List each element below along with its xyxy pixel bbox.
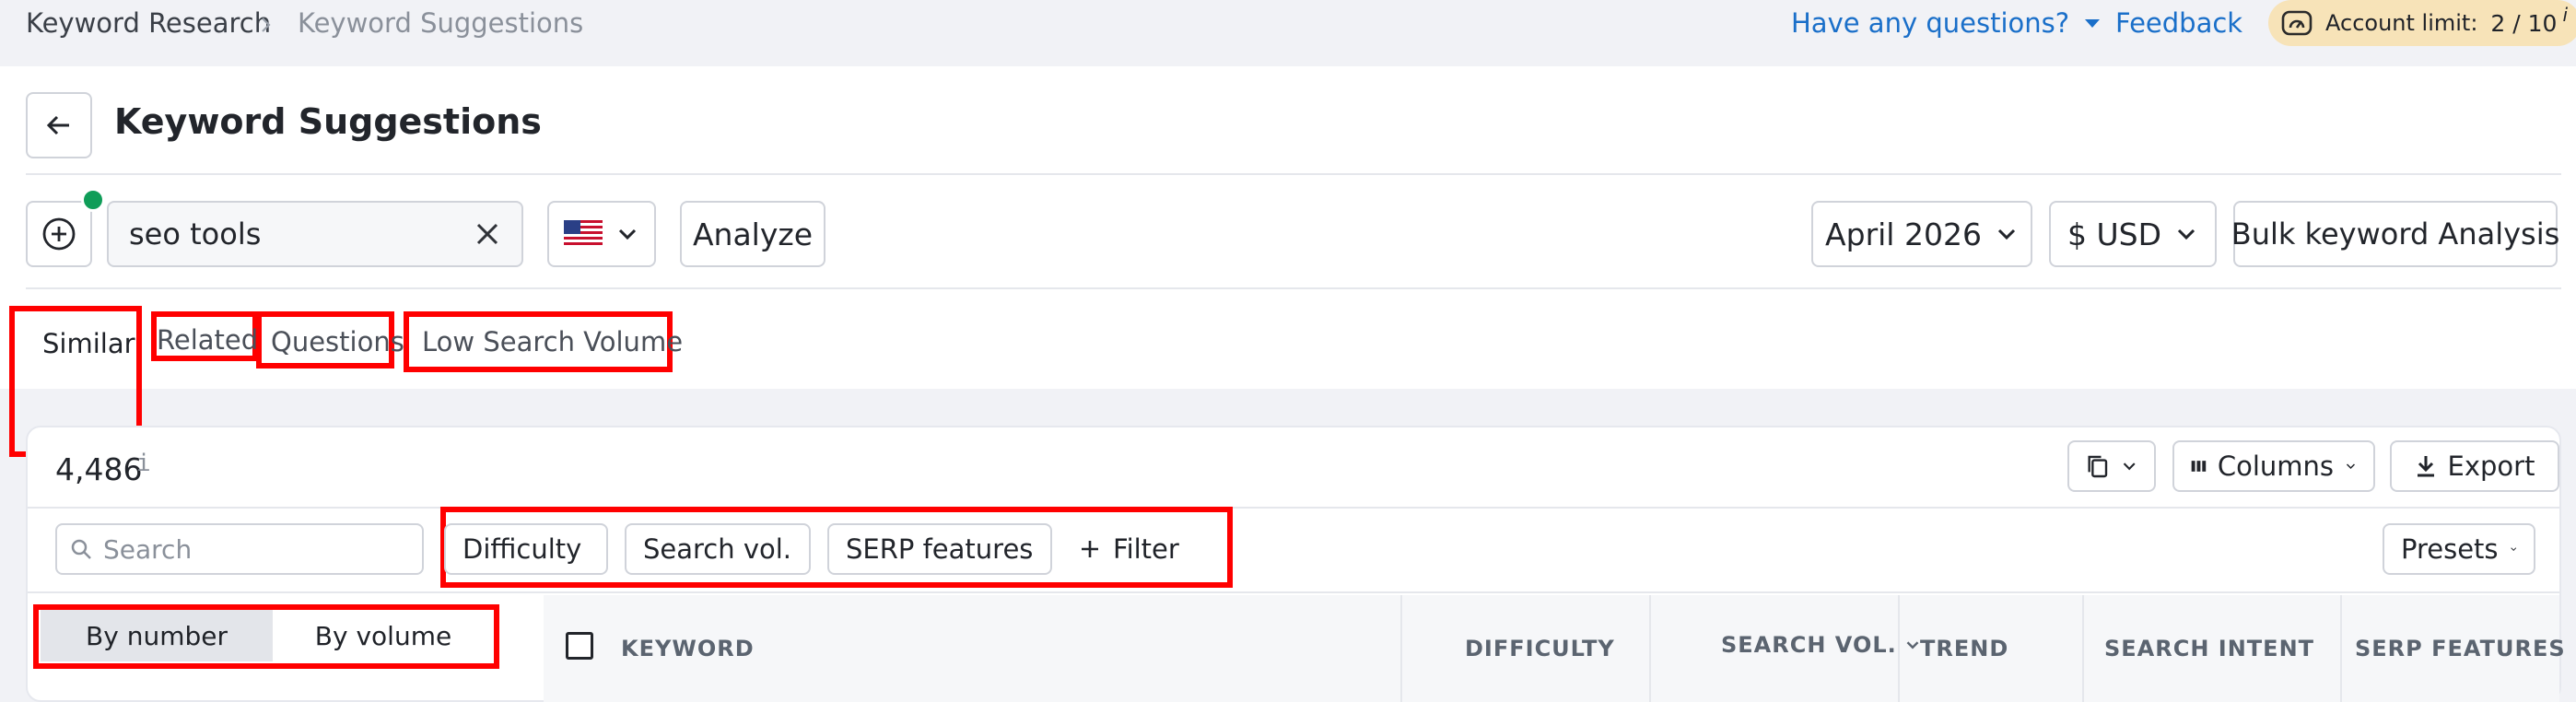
tab-low-search-volume[interactable]: Low Search Volume: [404, 311, 683, 372]
date-label: April 2026: [1825, 216, 1982, 252]
chevron-down-icon: [2177, 228, 2195, 240]
download-icon: [2417, 456, 2434, 477]
page-title: Keyword Suggestions: [114, 101, 542, 142]
copy-menu-button[interactable]: [2067, 440, 2156, 492]
search-volume-filter[interactable]: Search vol.: [625, 523, 811, 575]
column-header-serp-features[interactable]: SERP FEATURES: [2355, 636, 2566, 661]
export-label: Export: [2447, 450, 2535, 482]
tab-related-label: Related: [157, 324, 259, 356]
columns-label: Columns: [2217, 450, 2335, 482]
column-header-search-vol[interactable]: SEARCH VOL.: [1721, 632, 1921, 658]
column-divider: [2082, 595, 2084, 702]
analyze-label: Analyze: [692, 216, 814, 252]
chevron-down-icon: [2510, 547, 2516, 551]
top-bar: Keyword Research Keyword Suggestions Hav…: [0, 0, 2576, 66]
sort-down-icon: [1906, 641, 1919, 649]
presets-label: Presets: [2401, 533, 2499, 565]
table-header: KEYWORD DIFFICULTY SEARCH VOL. TREND SEA…: [544, 595, 2565, 702]
bulk-analysis-label: Bulk keyword Analysis: [2231, 216, 2560, 252]
presets-button[interactable]: Presets: [2383, 523, 2535, 575]
us-flag-icon: [564, 220, 603, 248]
arrow-left-icon: [46, 115, 69, 135]
plus-icon: [1082, 541, 1098, 557]
column-header-keyword[interactable]: KEYWORD: [621, 636, 755, 661]
back-button[interactable]: [26, 92, 92, 158]
results-count-info-icon[interactable]: i: [136, 450, 151, 477]
tab-low-search-volume-label: Low Search Volume: [422, 326, 684, 357]
main-panel: Keyword Suggestions seo tools Analyze Ap…: [0, 66, 2576, 457]
by-volume-toggle[interactable]: By volume: [273, 610, 494, 661]
divider: [28, 507, 2559, 509]
column-divider: [1898, 595, 1900, 702]
tab-questions[interactable]: Questions: [256, 311, 404, 369]
chevron-down-icon: [2346, 463, 2356, 470]
select-all-checkbox[interactable]: [566, 632, 593, 660]
divider: [26, 173, 2561, 175]
add-keyword-button[interactable]: [26, 201, 92, 267]
divider: [28, 591, 2559, 593]
feedback-link[interactable]: Feedback: [2115, 7, 2242, 39]
account-limit-info-icon[interactable]: i: [2562, 4, 2568, 26]
search-volume-filter-label: Search vol.: [643, 533, 792, 565]
caret-down-icon: [2085, 19, 2101, 28]
chevron-down-icon: [1997, 228, 2016, 240]
results-card: 4,486 i Columns Export Search Difficulty: [26, 426, 2565, 702]
country-select[interactable]: [547, 201, 656, 267]
serp-features-filter[interactable]: SERP features: [827, 523, 1052, 575]
divider: [26, 287, 2561, 289]
breadcrumb-root[interactable]: Keyword Research: [26, 7, 271, 39]
questions-label: Have any questions?: [1791, 7, 2070, 39]
account-limit-value: 2 / 10: [2490, 9, 2558, 37]
tab-questions-label: Questions: [271, 326, 404, 357]
currency-select[interactable]: $ USD: [2049, 201, 2217, 267]
chevron-down-icon: [2123, 462, 2136, 471]
serp-features-filter-label: SERP features: [846, 533, 1034, 565]
column-divider: [1649, 595, 1651, 702]
account-limit-badge[interactable]: Account limit: 2 / 10 i: [2268, 0, 2576, 46]
by-number-toggle[interactable]: By number: [41, 610, 273, 661]
breadcrumb-chevron-icon: [262, 18, 271, 32]
clear-icon[interactable]: [474, 220, 501, 248]
by-number-label: By number: [86, 620, 228, 651]
table-search-input[interactable]: Search: [55, 523, 424, 575]
column-header-difficulty[interactable]: DIFFICULTY: [1465, 636, 1615, 661]
keyword-input-value: seo tools: [129, 216, 262, 252]
account-limit-label: Account limit:: [2325, 10, 2478, 36]
difficulty-filter[interactable]: Difficulty: [444, 523, 608, 575]
currency-label: $ USD: [2067, 216, 2161, 252]
add-filter-button[interactable]: Filter: [1080, 523, 1179, 575]
columns-icon: [2191, 461, 2207, 472]
column-header-search-vol-label: SEARCH VOL.: [1721, 632, 1897, 658]
add-filter-label: Filter: [1113, 533, 1179, 565]
chevron-down-icon: [618, 228, 637, 240]
column-divider: [1400, 595, 1402, 702]
difficulty-filter-label: Difficulty: [463, 533, 582, 565]
copy-icon: [2088, 455, 2108, 478]
table-search-placeholder: Search: [103, 533, 193, 565]
bulk-analysis-button[interactable]: Bulk keyword Analysis: [2231, 201, 2560, 267]
column-divider: [2340, 595, 2342, 702]
tab-similar-label: Similar: [42, 328, 135, 359]
speedometer-icon: [2281, 10, 2313, 36]
status-dot: [81, 188, 105, 212]
export-button[interactable]: Export: [2390, 440, 2559, 492]
column-header-search-intent[interactable]: SEARCH INTENT: [2104, 636, 2314, 661]
breadcrumb-current: Keyword Suggestions: [298, 7, 584, 39]
tab-related[interactable]: Related: [151, 311, 258, 361]
analyze-button[interactable]: Analyze: [680, 201, 825, 267]
questions-menu[interactable]: Have any questions?: [1791, 7, 2102, 39]
results-count: 4,486: [55, 451, 143, 487]
search-icon: [71, 539, 91, 559]
by-volume-label: By volume: [314, 620, 452, 651]
column-header-trend[interactable]: TREND: [1920, 636, 2008, 661]
keyword-input[interactable]: seo tools: [107, 201, 523, 267]
columns-button[interactable]: Columns: [2172, 440, 2375, 492]
plus-circle-icon: [42, 217, 76, 251]
date-select[interactable]: April 2026: [1811, 201, 2032, 267]
